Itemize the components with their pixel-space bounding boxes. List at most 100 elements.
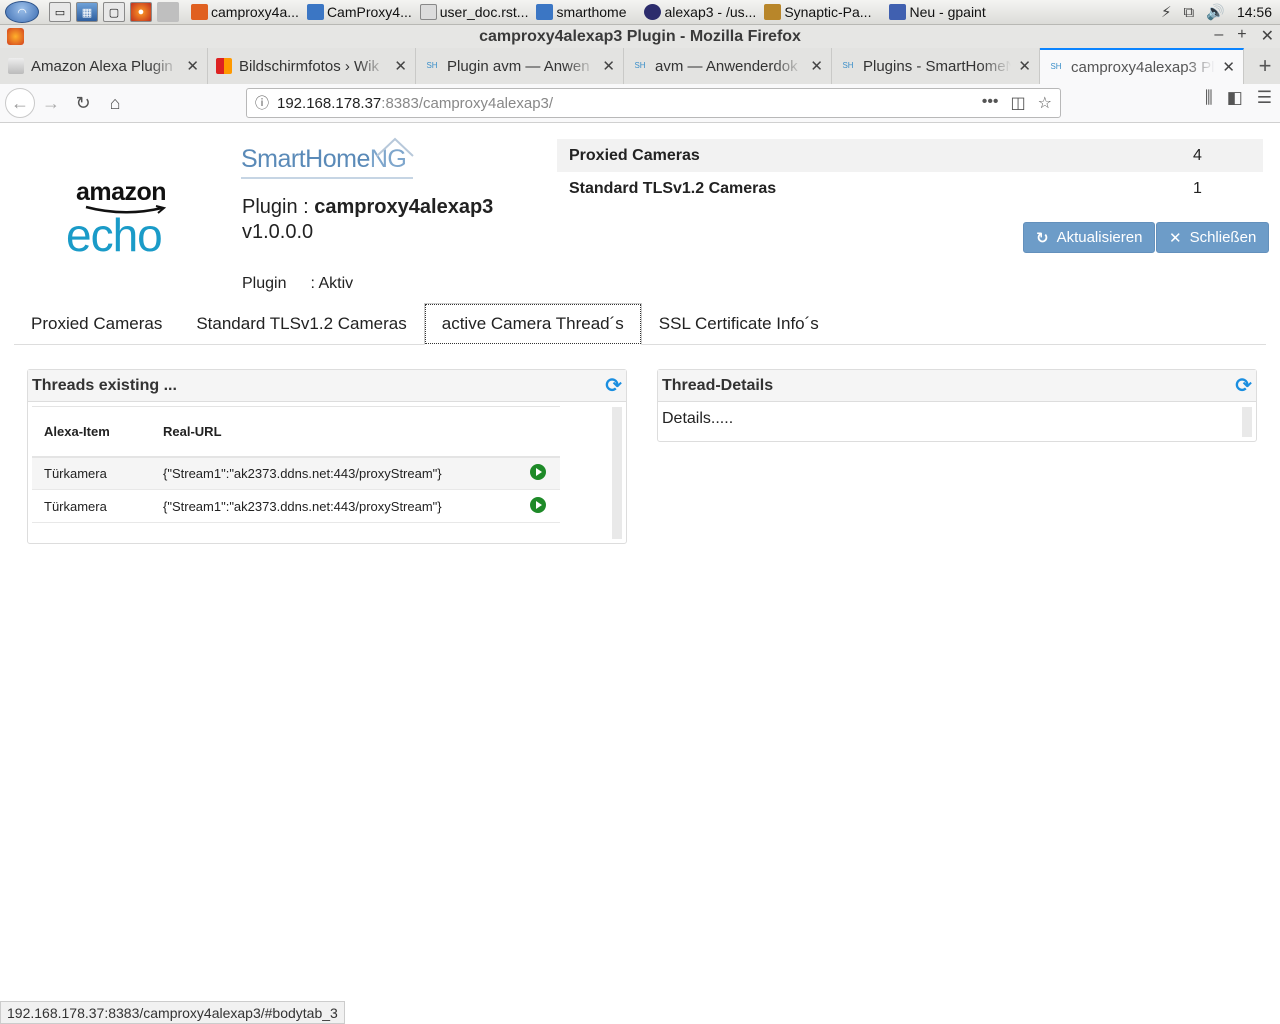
- terminal-launcher-icon[interactable]: ▢: [103, 2, 125, 22]
- threads-panel: Threads existing ... ⟳ Alexa-Item Real-U…: [27, 369, 627, 544]
- shng-logo-text: SmartHome: [241, 145, 370, 173]
- close-tab-icon[interactable]: ✕: [394, 57, 407, 75]
- cell-alexa-item: Türkamera: [32, 456, 151, 490]
- close-tab-icon[interactable]: ✕: [186, 57, 199, 75]
- os-taskbar: ◠ ▭ ▦ ▢ ● camproxy4a... CamProxy4... use…: [0, 0, 1280, 25]
- forward-button[interactable]: →: [35, 87, 67, 119]
- clock[interactable]: 14:56: [1237, 4, 1272, 20]
- play-icon[interactable]: [530, 463, 546, 480]
- close-window-icon[interactable]: ✕: [1261, 26, 1274, 46]
- browser-tab-strip: Amazon Alexa Plugin ✕ Bildschirmfotos › W…: [0, 48, 1280, 84]
- tab-active-camera-threads[interactable]: active Camera Thread´s: [423, 303, 642, 345]
- url-actions: ••• ◫ ☆: [982, 93, 1060, 113]
- close-tab-icon[interactable]: ✕: [1018, 57, 1031, 75]
- tab-title: Bildschirmfotos › Wik: [239, 57, 380, 75]
- taskbar-task[interactable]: smarthome: [532, 1, 630, 23]
- details-refresh-icon[interactable]: ⟳: [1235, 376, 1252, 396]
- summary-row: Proxied Cameras 4: [557, 139, 1263, 172]
- refresh-button-label: Aktualisieren: [1056, 229, 1143, 246]
- task-label: Neu - gpaint: [909, 4, 986, 20]
- start-menu-button[interactable]: ◠: [0, 0, 44, 25]
- browser-tab[interactable]: SH avm — Anwenderdok ✕: [624, 48, 832, 84]
- tab-title: camproxy4alexap3 Plu: [1071, 58, 1216, 76]
- summary-row: Standard TLSv1.2 Cameras 1: [557, 172, 1263, 205]
- cell-real-url: {"Stream1":"ak2373.ddns.net:443/proxyStr…: [151, 489, 518, 523]
- task-label: smarthome: [556, 4, 627, 20]
- tab-ssl-certificate-infos[interactable]: SSL Certificate Info´s: [642, 303, 836, 345]
- table-row[interactable]: Türkamera {"Stream1":"ak2373.ddns.net:44…: [32, 456, 560, 490]
- house-roof-icon: [376, 137, 414, 157]
- details-panel-title: Thread-Details: [662, 376, 774, 394]
- tab-proxied-cameras[interactable]: Proxied Cameras: [14, 303, 179, 345]
- threads-scrollbar[interactable]: [612, 407, 622, 539]
- window-controls: – + ✕: [1214, 26, 1274, 46]
- maximize-icon[interactable]: +: [1237, 26, 1246, 46]
- threads-refresh-icon[interactable]: ⟳: [605, 376, 622, 396]
- cell-alexa-item: Türkamera: [32, 489, 151, 523]
- power-icon[interactable]: ⚡: [1161, 3, 1172, 21]
- tab-standard-tls-cameras[interactable]: Standard TLSv1.2 Cameras: [179, 303, 423, 345]
- column-header-alexa-item[interactable]: Alexa-Item: [32, 406, 151, 458]
- new-tab-button[interactable]: +: [1250, 48, 1280, 84]
- file-manager-launcher-icon[interactable]: ▦: [76, 2, 98, 22]
- taskbar-task[interactable]: alexap3 - /us...: [640, 1, 760, 23]
- plugin-title: Plugin : camproxy4alexap3: [242, 196, 493, 219]
- plugin-status: Plugin: Aktiv: [242, 275, 353, 293]
- library-icon[interactable]: ⫼: [1205, 88, 1213, 108]
- back-button[interactable]: ←: [5, 88, 35, 118]
- details-panel-header: Thread-Details ⟳: [658, 370, 1256, 402]
- summary-label: Standard TLSv1.2 Cameras: [569, 179, 777, 197]
- close-tab-icon[interactable]: ✕: [1222, 58, 1235, 76]
- plugin-label: Plugin :: [242, 196, 309, 218]
- site-info-icon[interactable]: ⓘ: [247, 93, 277, 113]
- table-row[interactable]: Türkamera {"Stream1":"ak2373.ddns.net:44…: [32, 489, 560, 523]
- taskbar-task[interactable]: Neu - gpaint: [885, 1, 989, 23]
- navigation-toolbar: ← → ↻ ⌂ ⓘ 192.168.178.37:8383/camproxy4a…: [0, 84, 1280, 123]
- browser-tab[interactable]: SH Plugin avm — Anwen ✕: [416, 48, 624, 84]
- taskbar-task[interactable]: camproxy4a...: [187, 1, 303, 23]
- page-actions-icon[interactable]: •••: [982, 93, 999, 113]
- firefox-launcher-icon[interactable]: ●: [130, 2, 152, 22]
- browser-tab-active[interactable]: SH camproxy4alexap3 Plu ✕: [1040, 48, 1244, 84]
- pocket-icon[interactable]: ◫: [1011, 93, 1026, 113]
- package-manager-task-icon: [764, 4, 782, 20]
- details-scrollbar[interactable]: [1242, 407, 1252, 437]
- reload-button[interactable]: ↻: [67, 87, 99, 119]
- folder-task-icon: [536, 4, 554, 20]
- sidebar-icon[interactable]: ◧: [1227, 88, 1243, 108]
- minimize-icon[interactable]: –: [1214, 26, 1223, 46]
- logo-underline: [241, 177, 413, 179]
- blank-launcher-icon[interactable]: [157, 2, 179, 22]
- folder-task-icon: [306, 4, 324, 20]
- home-button[interactable]: ⌂: [99, 87, 131, 119]
- summary-value: 4: [1181, 139, 1263, 172]
- echo-wordmark: echo: [66, 209, 163, 261]
- volume-icon[interactable]: 🔊: [1206, 3, 1225, 21]
- bookmark-star-icon[interactable]: ☆: [1038, 93, 1052, 113]
- taskbar-task[interactable]: Synaptic-Pa...: [760, 1, 875, 23]
- eclipse-task-icon: [644, 4, 662, 20]
- plugin-name: camproxy4alexap3: [314, 196, 494, 218]
- address-bar[interactable]: ⓘ 192.168.178.37:8383/camproxy4alexap3/ …: [246, 88, 1061, 118]
- page-content: amazon echo SmartHomeNG Plugin : camprox…: [0, 123, 1280, 1001]
- taskbar-task[interactable]: CamProxy4...: [303, 1, 416, 23]
- browser-tab[interactable]: Amazon Alexa Plugin ✕: [0, 48, 208, 84]
- plugin-tabs: Proxied Cameras Standard TLSv1.2 Cameras…: [14, 303, 1266, 345]
- close-tab-icon[interactable]: ✕: [810, 57, 823, 75]
- show-desktop-icon[interactable]: ▭: [49, 2, 71, 22]
- task-label: alexap3 - /us...: [664, 4, 757, 20]
- play-icon[interactable]: [530, 496, 546, 513]
- column-header-real-url[interactable]: Real-URL: [151, 406, 518, 458]
- browser-tab[interactable]: Bildschirmfotos › Wik ✕: [208, 48, 416, 84]
- url-host: 192.168.178.37: [277, 94, 382, 112]
- network-icon[interactable]: ⧉: [1184, 4, 1195, 21]
- close-tab-icon[interactable]: ✕: [602, 57, 615, 75]
- threads-table-header: Alexa-Item Real-URL: [32, 406, 560, 458]
- refresh-button[interactable]: ↻ Aktualisieren: [1023, 222, 1156, 253]
- close-icon: ✕: [1169, 229, 1182, 247]
- close-button[interactable]: ✕ Schließen: [1156, 222, 1270, 253]
- taskbar-task[interactable]: user_doc.rst...: [416, 1, 533, 23]
- hamburger-menu-icon[interactable]: ☰: [1257, 88, 1272, 108]
- amazon-echo-logo: amazon echo: [66, 180, 186, 261]
- browser-tab[interactable]: SH Plugins - SmartHomeN ✕: [832, 48, 1040, 84]
